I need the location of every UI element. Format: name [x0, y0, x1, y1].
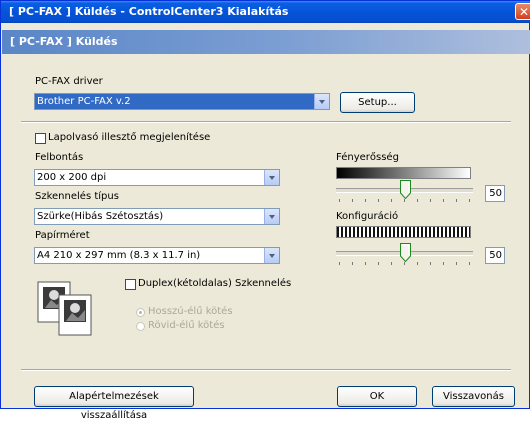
resolution-select[interactable]: 200 x 200 dpi	[34, 169, 280, 186]
contrast-label: Konfiguráció	[336, 211, 399, 222]
scan-type-select[interactable]: Szürke(Hibás Szétosztás)	[34, 208, 280, 225]
slider-tick	[339, 199, 340, 202]
restore-defaults-button[interactable]: Alapértelmezések visszaállítása	[34, 386, 194, 421]
slider-tick	[430, 262, 431, 265]
slider-tick	[417, 199, 418, 202]
radio-long-edge-label: Hosszú-élű kötés	[148, 306, 233, 317]
slider-tick	[352, 262, 353, 265]
slider-tick	[443, 199, 444, 202]
resolution-value: 200 x 200 dpi	[37, 172, 107, 183]
preview-checkbox[interactable]	[35, 133, 46, 144]
slider-tick	[339, 262, 340, 265]
radio-short-edge-label: Rövid-élű kötés	[148, 320, 225, 331]
slider-tick	[352, 199, 353, 202]
chevron-down-icon[interactable]	[314, 94, 329, 109]
setup-button[interactable]: Setup...	[340, 92, 415, 113]
dialog-window: [ PC-FAX ] Küldés - ControlCenter3 Kiala…	[0, 0, 530, 421]
driver-select[interactable]: Brother PC-FAX v.2	[34, 93, 330, 110]
duplex-pages-icon	[37, 281, 97, 337]
brightness-label: Fényerősség	[336, 152, 399, 163]
contrast-stripes	[336, 226, 471, 238]
resolution-label: Felbontás	[35, 152, 84, 163]
slider-tick	[404, 262, 405, 265]
driver-select-value: Brother PC-FAX v.2	[37, 96, 131, 107]
slider-tick	[456, 199, 457, 202]
contrast-value[interactable]: 50	[485, 247, 505, 264]
brightness-value[interactable]: 50	[485, 185, 505, 202]
paper-size-value: A4 210 x 297 mm (8.3 x 11.7 in)	[37, 250, 201, 261]
slider-tick	[365, 262, 366, 265]
title-bar[interactable]: [ PC-FAX ] Küldés - ControlCenter3 Kiala…	[1, 1, 530, 23]
slider-tick	[469, 199, 470, 202]
section-header: [ PC-FAX ] Küldés	[2, 30, 530, 54]
slider-tick	[378, 199, 379, 202]
radio-long-edge[interactable]	[136, 308, 145, 317]
ok-button[interactable]: OK	[337, 386, 417, 407]
scan-type-label: Szkennelés típus	[35, 191, 119, 202]
paper-size-select[interactable]: A4 210 x 297 mm (8.3 x 11.7 in)	[34, 247, 280, 264]
contrast-ticks	[339, 262, 470, 265]
contrast-slider-thumb[interactable]	[400, 243, 411, 262]
divider-bottom	[21, 369, 511, 371]
slider-tick	[378, 262, 379, 265]
brightness-slider-thumb[interactable]	[400, 180, 411, 199]
section-header-title: [ PC-FAX ] Küldés	[10, 35, 118, 48]
chevron-down-icon[interactable]	[264, 248, 279, 263]
slider-tick	[365, 199, 366, 202]
slider-tick	[456, 262, 457, 265]
chevron-down-icon[interactable]	[264, 209, 279, 224]
slider-tick	[430, 199, 431, 202]
duplex-checkbox-label: Duplex(kétoldalas) Szkennelés	[138, 278, 292, 289]
divider-top	[21, 121, 511, 123]
slider-tick	[443, 262, 444, 265]
preview-checkbox-label: Lapolvasó illesztő megjelenítése	[48, 132, 211, 143]
slider-tick	[391, 262, 392, 265]
chevron-down-icon[interactable]	[264, 170, 279, 185]
window-title: [ PC-FAX ] Küldés - ControlCenter3 Kiala…	[9, 5, 289, 18]
driver-label: PC-FAX driver	[35, 76, 103, 87]
slider-tick	[404, 199, 405, 202]
slider-tick	[469, 262, 470, 265]
cancel-button[interactable]: Visszavonás	[432, 386, 515, 407]
slider-tick	[391, 199, 392, 202]
duplex-checkbox[interactable]	[125, 279, 136, 290]
scan-type-value: Szürke(Hibás Szétosztás)	[37, 211, 164, 222]
brightness-gradient	[336, 167, 471, 179]
close-icon[interactable]: ✕	[515, 3, 530, 20]
paper-size-label: Papírméret	[35, 230, 90, 241]
slider-tick	[417, 262, 418, 265]
radio-short-edge[interactable]	[136, 322, 145, 331]
brightness-ticks	[339, 199, 470, 202]
